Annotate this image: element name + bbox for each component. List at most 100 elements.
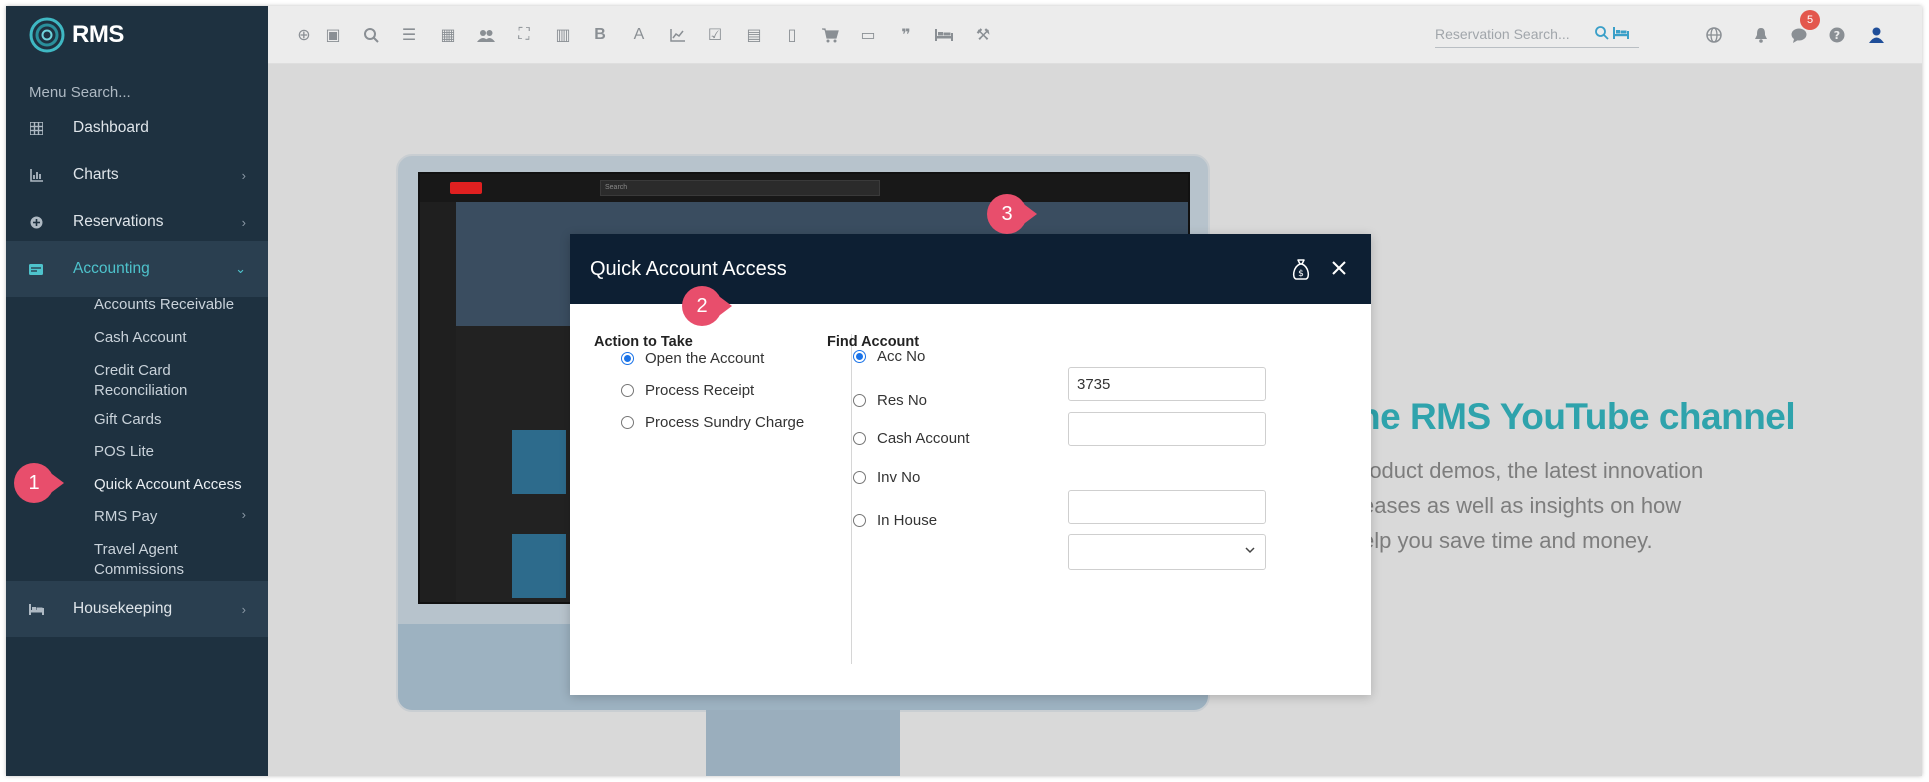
sidebar-item-label: Reservations [73,213,164,230]
search-icon[interactable] [361,25,381,45]
column-divider [851,334,852,664]
radio-button[interactable] [621,416,634,429]
radio-button[interactable] [621,384,634,397]
radio-button-checked[interactable] [853,350,866,363]
radio-button[interactable] [853,514,866,527]
sidebar-item-housekeeping[interactable]: Housekeeping › [6,581,268,637]
youtube-topbar: Search [420,174,1188,202]
promo-line: eases as well as insights on how [1362,493,1682,518]
radio-button[interactable] [853,394,866,407]
radio-label: In House [877,512,938,529]
find-in-house-radio[interactable]: In House [853,512,937,529]
rms-logo-icon [29,17,65,53]
find-inv-no-radio[interactable]: Inv No [853,469,920,486]
chevron-right-icon: › [241,214,246,230]
sidebar-subitem-travel-agent-commissions[interactable]: Travel Agent Commissions [94,540,214,580]
credit-card-edit-icon[interactable]: ▭ [858,25,878,45]
grid-icon[interactable]: ▦ [438,25,458,45]
calendar-icon[interactable]: ▣ [323,25,343,45]
sidebar: RMS Menu Search... Dashboard Charts › Re… [6,6,268,776]
action-process-sundry-charge-radio[interactable]: Process Sundry Charge [621,414,804,431]
dialog-title: Quick Account Access [590,258,787,280]
checklist-icon[interactable]: ☑ [705,25,725,45]
sidebar-subitem-credit-card-reconciliation[interactable]: Credit Card Reconciliation [94,361,214,401]
sidebar-subitem-rms-pay[interactable]: RMS Pay [94,507,157,527]
sidebar-item-label: Accounting [73,260,150,277]
accounting-icon [28,261,44,277]
menu-search-input[interactable]: Menu Search... [29,84,131,101]
chevron-right-icon: › [241,601,246,617]
bed-icon [28,601,44,617]
find-res-no-radio[interactable]: Res No [853,392,927,409]
line-chart-icon[interactable] [667,25,687,45]
sidebar-item-label: Dashboard [73,119,149,136]
sliders-icon[interactable]: ☰ [399,25,419,45]
sidebar-item-label: Charts [73,166,119,183]
hammer-icon[interactable]: ⚒ [973,25,993,45]
reservation-search-input[interactable] [1435,22,1585,46]
app-name: RMS [72,21,124,48]
users-icon[interactable] [476,25,496,45]
quote-icon[interactable]: ❞ [896,25,916,45]
sidebar-item-label: Housekeeping [73,600,173,617]
sidebar-subitem-quick-account-access[interactable]: Quick Account Access [94,475,242,495]
dashboard-icon [28,120,44,136]
promo-line: elp you save time and money. [1362,528,1653,553]
radio-button[interactable] [853,471,866,484]
bed-icon[interactable] [934,25,954,45]
bold-icon[interactable]: B [590,25,610,45]
sidebar-subitem-accounts-receivable[interactable]: Accounts Receivable [94,295,234,315]
monitor-stand [706,710,900,776]
radio-button[interactable] [853,432,866,445]
radio-label: Process Sundry Charge [645,414,805,431]
file-invoice-icon[interactable]: ▯ [782,25,802,45]
action-open-account-radio[interactable]: Open the Account [621,350,764,367]
youtube-search-box: Search [600,180,880,196]
notification-badge: 5 [1800,10,1820,30]
svg-text:$: $ [1298,269,1304,279]
reservations-icon [28,214,44,230]
sidebar-subitem-pos-lite[interactable]: POS Lite [94,442,154,462]
step-callout-3: 3 [987,194,1037,234]
close-icon[interactable] [1327,256,1351,280]
chevron-down-icon: ⌄ [235,261,246,276]
in-house-select[interactable] [1068,534,1266,570]
chart-icon [28,167,44,183]
acc-no-input[interactable] [1068,367,1266,401]
chevron-down-icon [1245,543,1255,557]
globe-icon[interactable] [1704,25,1724,45]
step-callout-2: 2 [682,286,732,326]
radio-label: Inv No [877,469,921,486]
cart-icon[interactable] [820,25,840,45]
action-process-receipt-radio[interactable]: Process Receipt [621,382,754,399]
font-icon[interactable]: A [629,25,649,45]
inv-no-input[interactable] [1068,490,1266,524]
map-icon[interactable]: ▥ [553,25,573,45]
map-marker-icon[interactable]: ⛶ [514,25,534,45]
radio-label: Open the Account [645,350,765,367]
search-icon[interactable] [1595,26,1609,45]
rms-logo[interactable]: RMS [28,14,124,56]
youtube-sidebar [420,202,456,602]
help-icon[interactable]: ? [1827,25,1847,45]
chevron-right-icon: › [241,167,246,183]
promo-line: roduct demos, the latest innovation [1362,458,1704,483]
sidebar-item-accounting[interactable]: Accounting ⌄ [6,241,268,297]
svg-text:?: ? [1834,29,1840,42]
radio-button-checked[interactable] [621,352,634,365]
radio-label: Process Receipt [645,382,755,399]
find-acc-no-radio[interactable]: Acc No [853,348,925,365]
reservation-search[interactable] [1435,22,1639,48]
user-profile-icon[interactable] [1866,25,1886,45]
sidebar-subitem-gift-cards[interactable]: Gift Cards [94,410,162,430]
id-card-icon[interactable]: ▤ [744,25,764,45]
chevron-right-icon: › [241,507,246,522]
add-icon[interactable]: ⊕ [294,25,314,45]
sidebar-subitem-cash-account[interactable]: Cash Account [94,328,187,348]
step-callout-1: 1 [14,463,64,503]
money-bag-icon[interactable]: $ [1289,257,1313,281]
res-no-input[interactable] [1068,412,1266,446]
bell-icon[interactable] [1751,25,1771,45]
bed-search-icon[interactable] [1613,26,1629,44]
find-cash-account-radio[interactable]: Cash Account [853,430,970,447]
